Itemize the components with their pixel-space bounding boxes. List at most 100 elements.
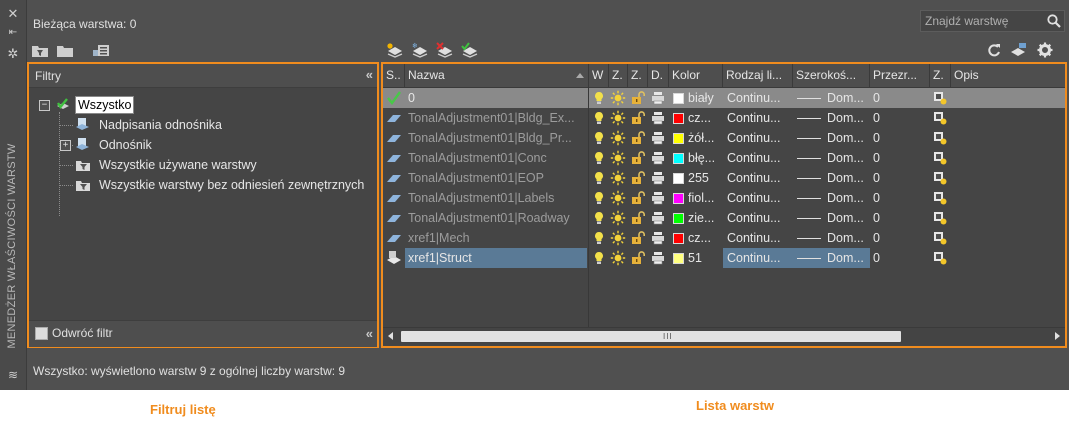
layer-transparency-cell[interactable]: 0 [870,88,930,108]
sun-thawed-icon[interactable] [610,210,626,226]
light-bulb-on-icon[interactable] [591,150,607,166]
unlocked-padlock-icon[interactable] [630,190,646,206]
layer-color-cell[interactable]: cz... [673,228,723,248]
set-current-icon[interactable] [461,42,479,58]
light-bulb-on-icon[interactable] [591,90,607,106]
search-box[interactable] [920,10,1065,32]
printer-icon[interactable] [650,130,666,146]
scrollbar-thumb[interactable]: III [401,331,901,342]
layer-row[interactable]: xref1|Struct 51 Continu... Dom... 0 [383,248,1065,268]
sun-thawed-icon[interactable] [610,130,626,146]
layer-row[interactable]: 0 biały Continu... Dom... 0 [383,88,1065,108]
collapse-filter-panel-icon[interactable]: « [366,67,373,82]
layer-name-cell[interactable]: TonalAdjustment01|Conc [405,148,587,168]
new-vp-freeze-icon[interactable] [932,150,948,166]
layer-color-cell[interactable]: żół... [673,128,723,148]
layer-row[interactable]: xref1|Mech cz... Continu... Dom... 0 [383,228,1065,248]
column-lock[interactable]: Z. [628,64,648,87]
layer-linetype-cell[interactable]: Continu... [723,188,793,208]
new-vp-freeze-icon[interactable] [932,250,948,266]
layer-row[interactable]: TonalAdjustment01|EOP 255 Continu... Dom...… [383,168,1065,188]
layer-settings-icon[interactable] [1010,42,1028,58]
column-on[interactable]: W [589,64,609,87]
layer-color-cell[interactable]: błę... [673,148,723,168]
layer-linetype-cell[interactable]: Continu... [723,208,793,228]
layer-lineweight-cell[interactable]: Dom... [793,168,870,188]
expand-node-icon[interactable]: + [60,140,71,151]
layer-linetype-cell[interactable]: Continu... [723,228,793,248]
new-vp-freeze-icon[interactable] [932,230,948,246]
light-bulb-on-icon[interactable] [591,190,607,206]
layer-transparency-cell[interactable]: 0 [870,108,930,128]
layer-lineweight-cell[interactable]: Dom... [793,108,870,128]
light-bulb-on-icon[interactable] [591,110,607,126]
printer-icon[interactable] [650,230,666,246]
column-description[interactable]: Opis [951,64,1065,87]
unlocked-padlock-icon[interactable] [630,230,646,246]
layer-transparency-cell[interactable]: 0 [870,228,930,248]
column-freeze[interactable]: Z. [609,64,628,87]
sun-thawed-icon[interactable] [610,90,626,106]
printer-icon[interactable] [650,170,666,186]
column-plot[interactable]: D. [648,64,669,87]
layer-linetype-cell[interactable]: Continu... [723,148,793,168]
layer-linetype-cell[interactable]: Continu... [723,128,793,148]
invert-filter-checkbox[interactable] [35,327,48,340]
sun-thawed-icon[interactable] [610,170,626,186]
printer-icon[interactable] [650,150,666,166]
layer-linetype-cell[interactable]: Continu... [723,88,793,108]
column-transparency[interactable]: Przezr... [870,64,930,87]
layer-row[interactable]: TonalAdjustment01|Roadway zie... Continu..… [383,208,1065,228]
column-status[interactable]: S.. [383,64,405,87]
new-vp-freeze-icon[interactable] [932,190,948,206]
sun-thawed-icon[interactable] [610,190,626,206]
column-name[interactable]: Nazwa [405,64,589,87]
new-property-filter-icon[interactable] [31,42,49,58]
new-group-filter-icon[interactable] [56,42,74,58]
unlocked-padlock-icon[interactable] [630,150,646,166]
column-lineweight[interactable]: Szerokoś... [793,64,870,87]
auto-hide-icon[interactable]: ⇤ [0,27,26,38]
search-input[interactable] [925,13,1043,29]
unlocked-padlock-icon[interactable] [630,170,646,186]
layer-name-cell[interactable]: TonalAdjustment01|Roadway [405,208,587,228]
new-layer-vp-frozen-icon[interactable]: ❄ [411,42,429,58]
new-vp-freeze-icon[interactable] [932,90,948,106]
printer-icon[interactable] [650,250,666,266]
unlocked-padlock-icon[interactable] [630,90,646,106]
properties-icon[interactable]: ✲ [0,46,26,62]
layer-transparency-cell[interactable]: 0 [870,168,930,188]
delete-layer-icon[interactable] [436,42,454,58]
layer-color-cell[interactable]: 255 [673,168,723,188]
collapse-node-icon[interactable]: − [39,100,50,111]
light-bulb-on-icon[interactable] [591,250,607,266]
gear-icon[interactable] [1036,42,1054,58]
layer-color-cell[interactable]: 51 [673,248,723,268]
unlocked-padlock-icon[interactable] [630,130,646,146]
unlocked-padlock-icon[interactable] [630,210,646,226]
layer-row[interactable]: TonalAdjustment01|Conc błę... Continu... Do… [383,148,1065,168]
column-color[interactable]: Kolor [669,64,723,87]
filter-item-non-xref-layers[interactable]: Wszystkie warstwy bez odniesień zewnętrz… [29,176,375,194]
layer-lineweight-cell[interactable]: Dom... [793,228,870,248]
printer-icon[interactable] [650,110,666,126]
filter-item-xref[interactable]: + Odnośnik [29,136,369,154]
printer-icon[interactable] [650,210,666,226]
layer-color-cell[interactable]: cz... [673,108,723,128]
layer-name-cell[interactable]: TonalAdjustment01|Bldg_Ex... [405,108,587,128]
layer-color-cell[interactable]: zie... [673,208,723,228]
column-new-vp-freeze[interactable]: Z. [930,64,951,87]
column-linetype[interactable]: Rodzaj li... [723,64,793,87]
layer-linetype-cell[interactable]: Continu... [723,108,793,128]
horizontal-scrollbar[interactable]: III [383,327,1065,345]
light-bulb-on-icon[interactable] [591,170,607,186]
sun-thawed-icon[interactable] [610,230,626,246]
layer-row[interactable]: TonalAdjustment01|Labels fiol... Continu..… [383,188,1065,208]
layer-lineweight-cell[interactable]: Dom... [793,188,870,208]
layer-name-cell[interactable]: xref1|Struct [405,248,587,268]
new-vp-freeze-icon[interactable] [932,110,948,126]
layer-color-cell[interactable]: biały [673,88,723,108]
layer-linetype-cell[interactable]: Continu... [723,248,793,268]
layer-lineweight-cell[interactable]: Dom... [793,248,870,268]
collapse-filter-panel-icon[interactable]: « [366,326,373,341]
